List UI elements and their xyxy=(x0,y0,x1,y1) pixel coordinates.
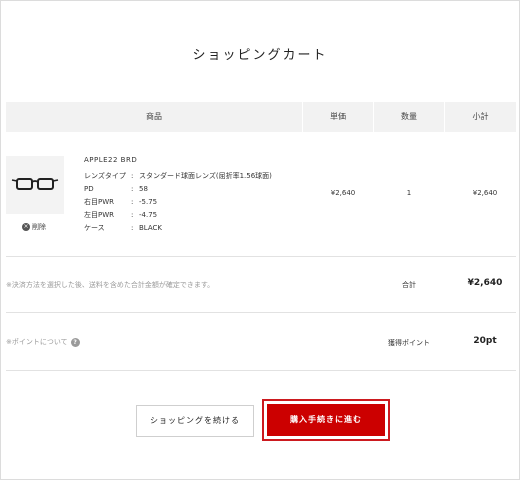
attribute-key: PD xyxy=(84,185,94,193)
attribute-separator: : xyxy=(131,185,134,193)
attribute-key: レンズタイプ xyxy=(84,172,126,180)
remove-icon: × xyxy=(22,223,30,231)
continue-shopping-button[interactable]: ショッピングを続ける xyxy=(136,405,254,437)
row-divider xyxy=(6,370,516,371)
header-product: 商品 xyxy=(146,112,162,121)
shipping-note: ※決済方法を選択した後、送料を含めた合計金額が確定できます。 xyxy=(6,281,215,289)
header-quantity: 数量 xyxy=(401,112,417,121)
unit-price: ¥2,640 xyxy=(330,189,356,197)
attribute-key: 左目PWR xyxy=(84,211,115,219)
row-divider xyxy=(6,256,516,257)
points-label: 獲得ポイント xyxy=(388,339,430,347)
header-unit-price: 単価 xyxy=(330,112,346,121)
attribute-value: -4.75 xyxy=(139,211,158,219)
attribute-separator: : xyxy=(131,224,134,232)
help-icon[interactable]: ? xyxy=(70,337,80,347)
attribute-value: スタンダード球面レンズ(屈折率1.56球面) xyxy=(139,172,272,180)
points-note: ※ポイントについて xyxy=(6,338,68,346)
attribute-value: BLACK xyxy=(139,224,163,232)
product-name[interactable]: APPLE22 BRD xyxy=(84,156,137,164)
checkout-button[interactable]: 購入手続きに進む xyxy=(267,404,385,436)
page-frame xyxy=(0,0,520,480)
subtotal-value: ¥2,640 xyxy=(472,189,498,197)
page-title: ショッピングカート xyxy=(192,48,328,63)
remove-item-button[interactable]: × 削除 xyxy=(22,222,46,232)
remove-label: 削除 xyxy=(32,223,46,231)
total-label: 合計 xyxy=(402,281,416,289)
cart-table-header: 商品 単価 数量 小計 xyxy=(6,102,516,132)
attribute-separator: : xyxy=(131,211,134,219)
attribute-value: 58 xyxy=(139,185,148,193)
attribute-separator: : xyxy=(131,198,134,206)
attribute-key: 右目PWR xyxy=(84,198,115,206)
header-subtotal: 小計 xyxy=(472,112,489,121)
product-image[interactable] xyxy=(6,156,64,214)
quantity-value: 1 xyxy=(406,189,412,197)
points-value: 20pt xyxy=(473,336,497,346)
points-info[interactable]: ※ポイントについて ? xyxy=(6,337,80,347)
attribute-key: ケース xyxy=(84,224,105,232)
glasses-icon xyxy=(11,178,59,190)
attribute-value: -5.75 xyxy=(139,198,158,206)
total-value: ¥2,640 xyxy=(467,278,503,288)
attribute-separator: : xyxy=(131,172,134,180)
row-divider xyxy=(6,312,516,313)
